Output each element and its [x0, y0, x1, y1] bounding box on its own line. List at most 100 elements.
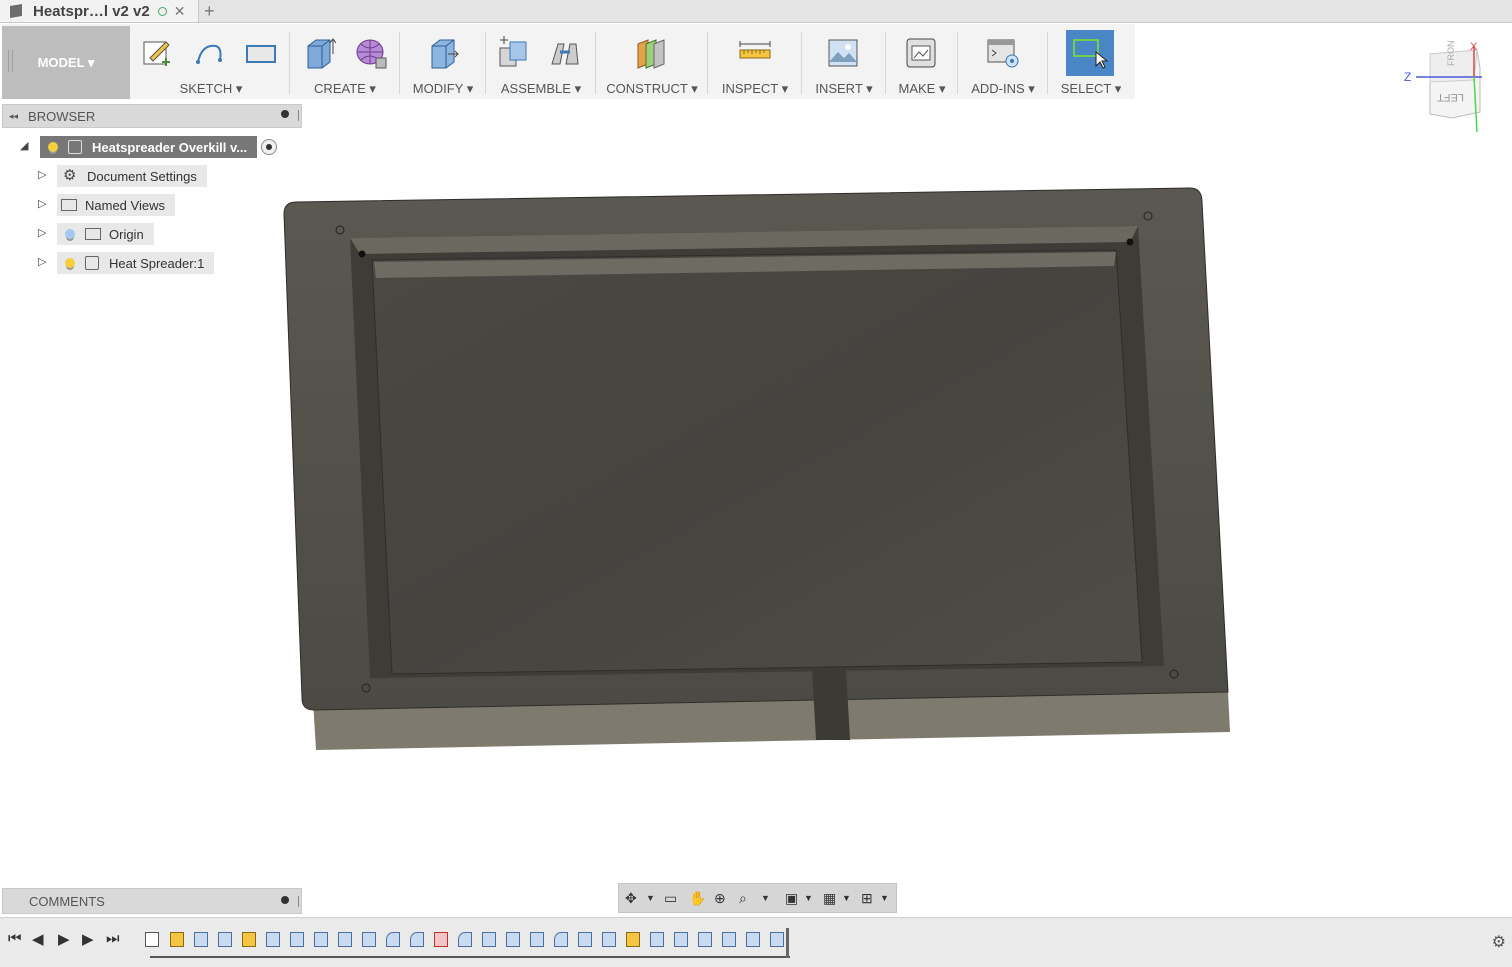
pan-icon[interactable]: ✋	[689, 890, 706, 907]
visibility-bulb-icon[interactable]	[65, 258, 75, 268]
heat-spreader-node[interactable]: Heat Spreader:1	[57, 252, 215, 274]
browser-item-origin[interactable]: ▷ Origin	[36, 223, 154, 245]
cable-slot[interactable]	[812, 668, 850, 740]
timeline-feature-component[interactable]	[145, 932, 159, 947]
timeline-feature-extrude[interactable]	[290, 932, 304, 947]
new-tab-button[interactable]: +	[204, 1, 215, 22]
go-to-end-icon[interactable]: ⏭	[106, 930, 120, 947]
timeline-feature-pattern[interactable]	[362, 932, 376, 947]
timeline-feature-extrude[interactable]	[266, 932, 280, 947]
create-group[interactable]: CREATE ▾	[290, 26, 400, 99]
inspect-menu-label[interactable]: INSPECT ▾	[708, 81, 802, 97]
viewports-icon[interactable]: ⊞	[861, 890, 873, 907]
play-icon[interactable]: ▶	[58, 930, 70, 948]
select-tool-button[interactable]	[1066, 30, 1114, 76]
assemble-group[interactable]: ASSEMBLE ▾	[486, 26, 596, 99]
joint-icon[interactable]	[548, 36, 582, 70]
construct-group[interactable]: CONSTRUCT ▾	[596, 26, 708, 99]
add-ins-group[interactable]: ADD-INS ▾	[958, 26, 1048, 99]
press-pull-icon[interactable]	[426, 36, 460, 70]
go-to-start-icon[interactable]: ⏮	[8, 930, 22, 947]
step-forward-icon[interactable]: ▶	[82, 930, 94, 948]
expand-arrow-icon[interactable]: ▷	[38, 226, 46, 239]
named-views-node[interactable]: Named Views	[57, 194, 175, 216]
timeline-feature-extrude[interactable]	[770, 932, 784, 947]
make-group[interactable]: MAKE ▾	[886, 26, 958, 99]
add-ins-menu-label[interactable]: ADD-INS ▾	[958, 81, 1048, 97]
timeline-feature-sketch[interactable]	[242, 932, 256, 947]
toolbar-grip[interactable]	[8, 50, 13, 72]
insert-menu-label[interactable]: INSERT ▾	[802, 81, 886, 97]
scripts-addins-icon[interactable]	[986, 36, 1020, 70]
inspect-group[interactable]: INSPECT ▾	[708, 26, 802, 99]
browser-item-document-settings[interactable]: ▷ ⚙ Document Settings	[36, 165, 207, 187]
workspace-switcher[interactable]: MODEL ▾	[2, 26, 130, 99]
extrude-icon[interactable]	[302, 36, 336, 70]
zoom-dropdown-icon[interactable]: ▼	[761, 893, 770, 903]
timeline-feature-chamfer[interactable]	[578, 932, 592, 947]
viewports-dropdown-icon[interactable]: ▼	[880, 893, 889, 903]
step-back-icon[interactable]: ◀	[32, 930, 44, 948]
document-settings-node[interactable]: ⚙ Document Settings	[57, 165, 207, 187]
timeline-feature-extrude[interactable]	[746, 932, 760, 947]
orbit-icon[interactable]: ✥	[625, 890, 637, 907]
modify-menu-label[interactable]: MODIFY ▾	[400, 81, 486, 97]
display-settings-icon[interactable]: ▣	[785, 890, 798, 907]
browser-item-named-views[interactable]: ▷ Named Views	[36, 194, 175, 216]
grid-icon[interactable]: ▦	[823, 890, 836, 907]
collapse-arrow-icon[interactable]: ◢	[20, 139, 28, 152]
insert-image-icon[interactable]	[826, 36, 860, 70]
timeline-feature-extrude[interactable]	[650, 932, 664, 947]
display-dropdown-icon[interactable]: ▼	[804, 893, 813, 903]
comments-panel-header[interactable]: COMMENTS	[2, 888, 302, 914]
make-menu-label[interactable]: MAKE ▾	[886, 81, 958, 97]
expand-arrow-icon[interactable]: ▷	[38, 255, 46, 268]
select-menu-label[interactable]: SELECT ▾	[1048, 81, 1134, 97]
visibility-bulb-icon[interactable]	[48, 142, 58, 152]
timeline-feature-sketch[interactable]	[626, 932, 640, 947]
measure-icon[interactable]	[738, 36, 772, 70]
browser-root-row[interactable]: ◢ Heatspreader Overkill v...	[18, 136, 278, 158]
orbit-dropdown-icon[interactable]: ▼	[646, 893, 655, 903]
select-group[interactable]: SELECT ▾	[1048, 26, 1134, 99]
sketch-menu-label[interactable]: SKETCH ▾	[132, 81, 290, 97]
root-component-node[interactable]: Heatspreader Overkill v...	[40, 136, 258, 158]
timeline-feature-fillet[interactable]	[410, 932, 424, 947]
timeline-feature-fillet[interactable]	[554, 932, 568, 947]
pocket-floor[interactable]	[371, 249, 1143, 675]
model-viewport[interactable]	[280, 180, 1240, 760]
browser-pin-icon[interactable]	[281, 110, 289, 118]
collapse-browser-icon[interactable]: ◂◂	[9, 111, 18, 122]
timeline-feature-chamfer[interactable]	[698, 932, 712, 947]
timeline-feature-extrude[interactable]	[314, 932, 328, 947]
timeline-feature-extrude[interactable]	[218, 932, 232, 947]
timeline-marker[interactable]	[786, 928, 789, 958]
comments-resize-handle[interactable]	[298, 896, 299, 907]
timeline-feature-fillet[interactable]	[386, 932, 400, 947]
modify-group[interactable]: MODIFY ▾	[400, 26, 486, 99]
origin-node[interactable]: Origin	[57, 223, 154, 245]
timeline-feature-delete[interactable]	[434, 932, 448, 947]
rectangle-icon[interactable]	[244, 36, 278, 70]
assemble-menu-label[interactable]: ASSEMBLE ▾	[486, 81, 596, 97]
browser-item-heat-spreader[interactable]: ▷ Heat Spreader:1	[36, 252, 215, 274]
timeline-feature-chamfer[interactable]	[674, 932, 688, 947]
construct-menu-label[interactable]: CONSTRUCT ▾	[596, 81, 708, 97]
document-tab[interactable]: Heatspr…l v2 v2 ✕	[0, 0, 199, 22]
timeline-feature-extrude[interactable]	[338, 932, 352, 947]
viewcube[interactable]: FRONT LEFT Z X	[1402, 40, 1492, 135]
timeline-feature-sketch[interactable]	[170, 932, 184, 947]
offset-plane-icon[interactable]	[634, 36, 668, 70]
timeline-feature-extrude[interactable]	[530, 932, 544, 947]
insert-group[interactable]: INSERT ▾	[802, 26, 886, 99]
create-menu-label[interactable]: CREATE ▾	[290, 81, 400, 97]
grid-dropdown-icon[interactable]: ▼	[842, 893, 851, 903]
sketch-group[interactable]: SKETCH ▾	[132, 26, 290, 99]
timeline-feature-extrude[interactable]	[722, 932, 736, 947]
create-sketch-icon[interactable]	[140, 36, 174, 70]
zoom-icon[interactable]: ⊕	[714, 890, 726, 907]
visibility-bulb-icon[interactable]	[65, 229, 75, 239]
fit-icon[interactable]: ⌕	[739, 890, 747, 907]
look-at-icon[interactable]: ▭	[664, 890, 677, 907]
line-icon[interactable]	[192, 36, 226, 70]
